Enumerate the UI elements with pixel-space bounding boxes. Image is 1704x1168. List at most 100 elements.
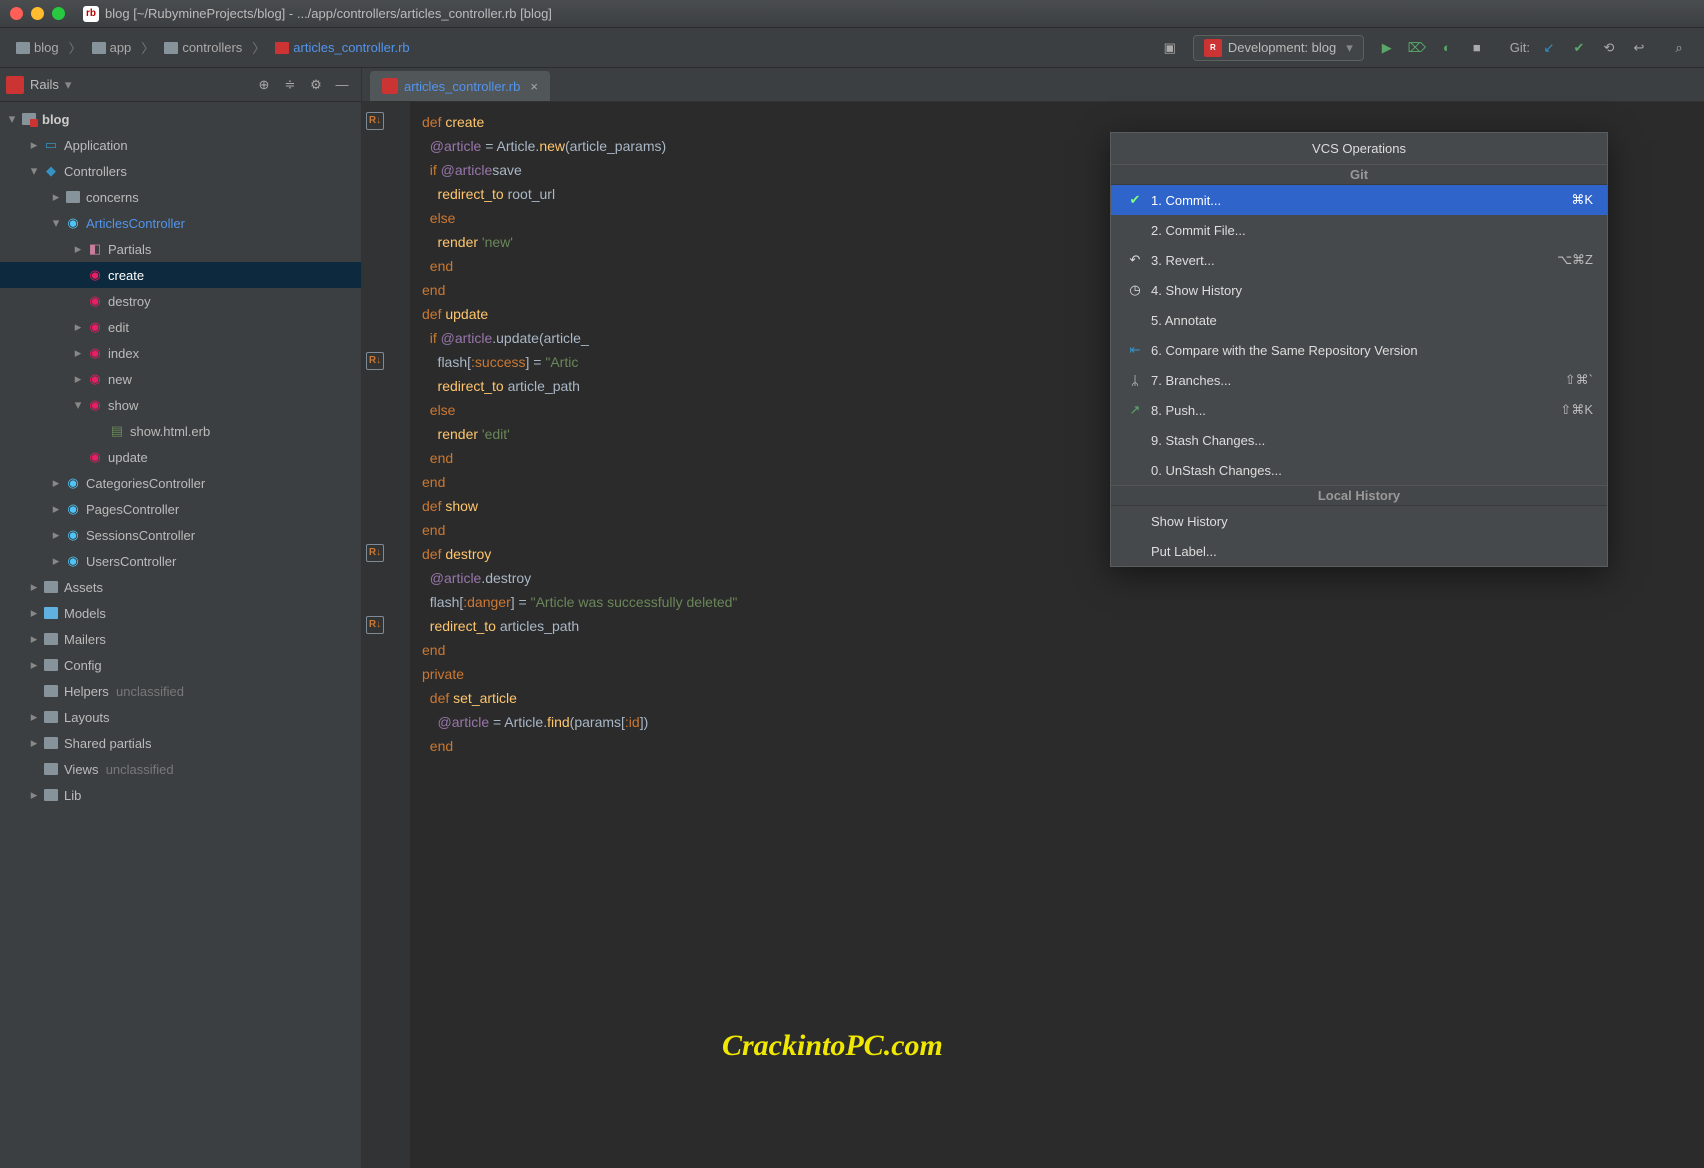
tree-layouts[interactable]: ▸Layouts (0, 704, 361, 730)
tree-assets[interactable]: ▸Assets (0, 574, 361, 600)
tree-label: show (108, 398, 138, 413)
code: flash[ (422, 594, 463, 610)
tree-shared-partials[interactable]: ▸Shared partials (0, 730, 361, 756)
window-title: blog [~/RubymineProjects/blog] - .../app… (105, 6, 552, 21)
git-update-icon[interactable]: ↙ (1534, 33, 1564, 63)
tree-label: Models (64, 606, 106, 621)
gutter-marker-icon[interactable]: R↓ (366, 352, 384, 370)
code: (article_params) (565, 138, 666, 154)
gutter-marker-icon[interactable]: R↓ (366, 544, 384, 562)
breadcrumb-controllers[interactable]: controllers (158, 38, 248, 57)
settings-icon[interactable]: ⚙ (303, 77, 329, 93)
tab-articles-controller[interactable]: articles_controller.rb × (370, 71, 550, 101)
tree-controllers[interactable]: ▾◆Controllers (0, 158, 361, 184)
tree-sessions-controller[interactable]: ▸◉SessionsController (0, 522, 361, 548)
popup-item-label: 2. Commit File... (1151, 223, 1593, 238)
run-config-selector[interactable]: R Development: blog ▾ (1193, 35, 1364, 61)
tree-articles-controller[interactable]: ▾◉ArticlesController (0, 210, 361, 236)
popup-item-annotate[interactable]: 5. Annotate (1111, 305, 1607, 335)
breadcrumb-blog[interactable]: blog (10, 38, 65, 57)
tree-new[interactable]: ▸◉new (0, 366, 361, 392)
popup-item-lh-label[interactable]: Put Label... (1111, 536, 1607, 566)
code: end (422, 522, 445, 538)
hide-icon[interactable]: — (329, 77, 355, 92)
popup-item-lh-show[interactable]: Show History (1111, 506, 1607, 536)
tree-label: concerns (86, 190, 139, 205)
tree-label: Controllers (64, 164, 127, 179)
breadcrumb-app[interactable]: app (86, 38, 138, 57)
code: @article (441, 162, 493, 178)
stop-button[interactable]: ■ (1462, 33, 1492, 63)
code: if (422, 330, 441, 346)
run-button[interactable]: ▶ (1372, 33, 1402, 63)
tree-application[interactable]: ▸▭Application (0, 132, 361, 158)
debug-button[interactable]: ⌦ (1402, 33, 1432, 63)
popup-shortcut: ⌘K (1571, 192, 1593, 208)
locate-icon[interactable]: ⊕ (251, 77, 277, 93)
tree-concerns[interactable]: ▸concerns (0, 184, 361, 210)
tree-partials[interactable]: ▸◧Partials (0, 236, 361, 262)
tree-label: index (108, 346, 139, 361)
search-icon[interactable]: ⌕ (1664, 33, 1694, 63)
popup-item-commit-file[interactable]: 2. Commit File... (1111, 215, 1607, 245)
popup-item-label: 1. Commit... (1151, 193, 1571, 208)
chevron-down-icon[interactable]: ▾ (65, 77, 72, 93)
tree-categories-controller[interactable]: ▸◉CategoriesController (0, 470, 361, 496)
tree-create[interactable]: ◉create (0, 262, 361, 288)
window-controls (10, 7, 65, 20)
code: .update(article_ (492, 330, 589, 346)
breadcrumb-file[interactable]: articles_controller.rb (269, 38, 415, 57)
code: @article (422, 714, 489, 730)
tree-mailers[interactable]: ▸Mailers (0, 626, 361, 652)
popup-item-label: Show History (1151, 514, 1593, 529)
tree-label: SessionsController (86, 528, 195, 543)
minimize-window-button[interactable] (31, 7, 44, 20)
popup-item-commit[interactable]: ✔1. Commit...⌘K (1111, 185, 1607, 215)
ruby-file-icon (382, 78, 398, 94)
close-window-button[interactable] (10, 7, 23, 20)
tree-users-controller[interactable]: ▸◉UsersController (0, 548, 361, 574)
tree-edit[interactable]: ▸◉edit (0, 314, 361, 340)
tree-views[interactable]: Views unclassified (0, 756, 361, 782)
popup-item-show-history[interactable]: ◷4. Show History (1111, 275, 1607, 305)
rails-toolwindow-header: Rails ▾ ⊕ ≑ ⚙ — (0, 68, 361, 102)
popup-item-compare[interactable]: ⇤6. Compare with the Same Repository Ver… (1111, 335, 1607, 365)
popup-item-push[interactable]: ↗8. Push...⇧⌘K (1111, 395, 1607, 425)
tree-config[interactable]: ▸Config (0, 652, 361, 678)
git-commit-icon[interactable]: ✔ (1564, 33, 1594, 63)
git-revert-icon[interactable]: ↩ (1624, 33, 1654, 63)
project-tree[interactable]: ▾blog ▸▭Application ▾◆Controllers ▸conce… (0, 102, 361, 1168)
tree-update[interactable]: ◉update (0, 444, 361, 470)
zoom-window-button[interactable] (52, 7, 65, 20)
gutter-marker-icon[interactable]: R↓ (366, 112, 384, 130)
tree-label: Application (64, 138, 128, 153)
tree-pages-controller[interactable]: ▸◉PagesController (0, 496, 361, 522)
tree-show-erb[interactable]: ▤show.html.erb (0, 418, 361, 444)
coverage-button[interactable]: ◐ (1432, 33, 1462, 63)
popup-item-label: 3. Revert... (1151, 253, 1557, 268)
close-tab-icon[interactable]: × (530, 79, 538, 94)
tree-label: Partials (108, 242, 151, 257)
gutter-marker-icon[interactable]: R↓ (366, 616, 384, 634)
tree-show[interactable]: ▾◉show (0, 392, 361, 418)
tree-lib[interactable]: ▸Lib (0, 782, 361, 808)
tree-label: CategoriesController (86, 476, 205, 491)
git-history-icon[interactable]: ⟲ (1594, 33, 1624, 63)
popup-item-revert[interactable]: ↶3. Revert...⌥⌘Z (1111, 245, 1607, 275)
popup-item-unstash[interactable]: 0. UnStash Changes... (1111, 455, 1607, 485)
tree-models[interactable]: ▸Models (0, 600, 361, 626)
code: end (422, 258, 453, 274)
code: def (422, 306, 445, 322)
popup-item-branches[interactable]: ᛦ7. Branches...⇧⌘` (1111, 365, 1607, 395)
collapse-icon[interactable]: ≑ (277, 77, 303, 93)
tree-index[interactable]: ▸◉index (0, 340, 361, 366)
code: :danger (463, 594, 510, 610)
run-target-icon[interactable]: ▣ (1155, 33, 1185, 63)
code: end (422, 738, 453, 754)
popup-item-stash[interactable]: 9. Stash Changes... (1111, 425, 1607, 455)
popup-title: VCS Operations (1111, 133, 1607, 164)
tree-destroy[interactable]: ◉destroy (0, 288, 361, 314)
code: @article (422, 570, 481, 586)
tree-root[interactable]: ▾blog (0, 106, 361, 132)
tree-helpers[interactable]: Helpers unclassified (0, 678, 361, 704)
